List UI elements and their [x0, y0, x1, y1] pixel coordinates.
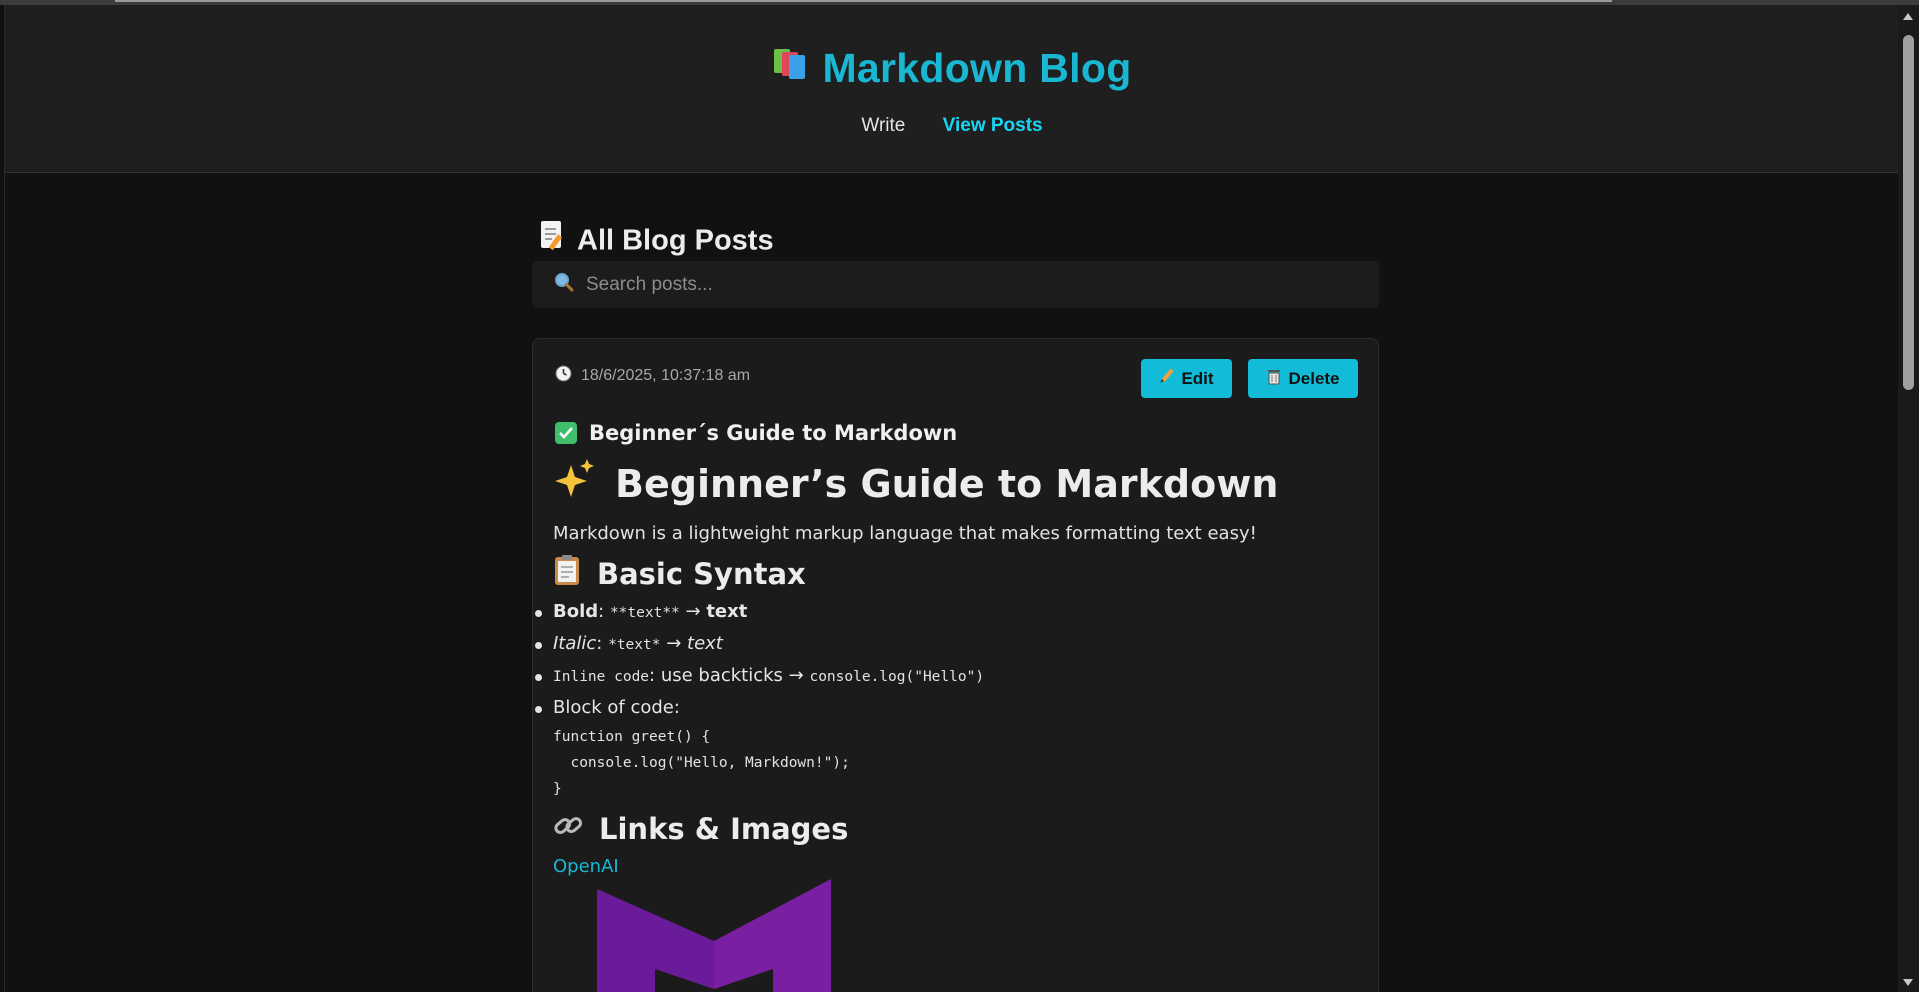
italic-code: *text*	[608, 637, 661, 653]
basic-syntax-heading-text: Basic Syntax	[597, 556, 806, 591]
site-header: Markdown Blog Write View Posts	[5, 5, 1899, 173]
syntax-list: Bold: **text** → text Italic: *text* → t…	[535, 596, 1353, 724]
inline-code-text: : use backticks →	[649, 665, 810, 686]
vertical-scrollbar[interactable]	[1898, 5, 1919, 992]
content-heading-1-text: Beginner’s Guide to Markdown	[615, 461, 1279, 506]
browser-viewport: Markdown Blog Write View Posts All Blog …	[4, 5, 1899, 992]
check-mark-icon	[555, 422, 577, 444]
clock-icon	[555, 365, 572, 387]
nav-view-posts[interactable]: View Posts	[943, 115, 1043, 137]
memo-icon	[539, 220, 565, 258]
search-input[interactable]	[584, 272, 1368, 297]
search-icon	[554, 272, 574, 297]
main-nav: Write View Posts	[5, 115, 1899, 137]
search-bar[interactable]	[532, 261, 1379, 308]
bold-code: **text**	[609, 605, 680, 621]
links-images-heading-text: Links & Images	[599, 812, 849, 846]
bullet	[535, 610, 542, 617]
list-item: Italic: *text* → text	[535, 628, 1353, 660]
basic-syntax-heading: Basic Syntax	[553, 554, 1353, 593]
pencil-icon	[1159, 368, 1175, 389]
code-block: function greet() { console.log("Hello, M…	[553, 729, 850, 797]
list-item: Inline code: use backticks → console.log…	[535, 660, 1353, 692]
trash-icon	[1266, 368, 1282, 390]
edit-button[interactable]: Edit	[1141, 359, 1232, 398]
post-meta: 18/6/2025, 10:37:18 am	[555, 365, 750, 387]
page-title: All Blog Posts	[539, 220, 774, 261]
link-icon	[553, 812, 583, 846]
openai-link[interactable]: OpenAI	[553, 856, 619, 877]
post-card: 18/6/2025, 10:37:18 am Edit Delete Begin…	[532, 338, 1379, 992]
block-code-label: Block of code:	[553, 697, 680, 718]
nav-write[interactable]: Write	[861, 115, 905, 137]
inline-code-label: Inline code	[553, 669, 650, 685]
edit-button-label: Edit	[1181, 368, 1214, 388]
links-images-heading: Links & Images	[553, 812, 1353, 846]
delete-button-label: Delete	[1288, 368, 1340, 388]
italic-result: text	[687, 633, 723, 654]
scroll-up-icon[interactable]	[1903, 13, 1913, 20]
scrollbar-thumb[interactable]	[1903, 35, 1914, 390]
site-title-text: Markdown Blog	[822, 45, 1132, 91]
list-item: Bold: **text** → text	[535, 596, 1353, 628]
page-title-text: All Blog Posts	[577, 224, 774, 257]
intro-paragraph: Markdown is a lightweight markup languag…	[553, 523, 1257, 544]
inline-code-example: console.log("Hello")	[809, 669, 985, 685]
bullet	[535, 642, 542, 649]
scroll-down-icon[interactable]	[1903, 979, 1913, 986]
window-title-strip	[115, 0, 1612, 2]
bullet	[535, 674, 542, 681]
bullet	[535, 706, 542, 713]
bold-result: text	[706, 601, 748, 622]
content-heading-1: Beginner’s Guide to Markdown	[553, 459, 1353, 508]
sparkles-icon	[553, 459, 597, 508]
bold-label: Bold	[553, 601, 599, 622]
markdown-logo-image	[597, 879, 1353, 992]
post-timestamp: 18/6/2025, 10:37:18 am	[581, 367, 751, 384]
list-item: Block of code:	[535, 692, 1353, 724]
books-icon	[772, 44, 808, 91]
delete-button[interactable]: Delete	[1248, 359, 1358, 398]
clipboard-icon	[553, 554, 581, 593]
post-content: Beginner’s Guide to Markdown Markdown is…	[535, 459, 1353, 992]
site-title: Markdown Blog	[5, 45, 1899, 95]
italic-label: Italic	[553, 633, 597, 654]
post-title: Beginner´s Guide to Markdown	[555, 421, 957, 445]
post-title-text: Beginner´s Guide to Markdown	[589, 421, 958, 445]
